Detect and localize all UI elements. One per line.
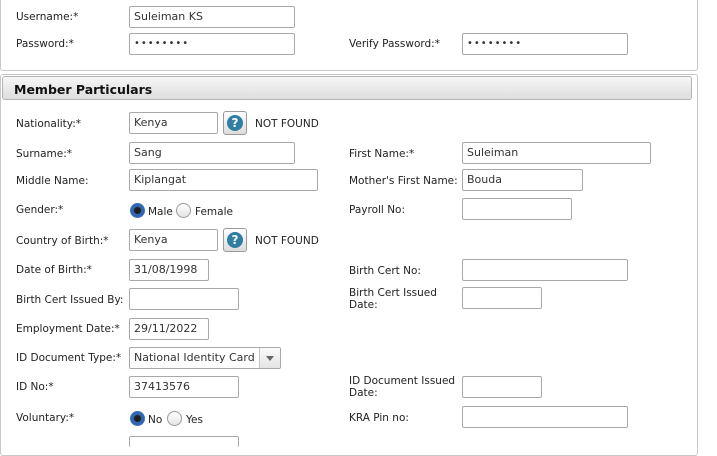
id-no-input[interactable]: 37413576 <box>129 376 239 398</box>
voluntary-no-radio[interactable] <box>130 411 145 426</box>
gender-female-label[interactable]: Female <box>195 206 233 218</box>
employment-date-label: Employment Date:* <box>16 323 120 335</box>
middle-name-input[interactable]: Kiplangat <box>129 169 318 191</box>
voluntary-yes-label[interactable]: Yes <box>186 414 203 426</box>
kra-pin-input[interactable] <box>462 406 628 428</box>
voluntary-yes-radio[interactable] <box>167 411 182 426</box>
birth-cert-issued-date-input[interactable] <box>462 287 542 309</box>
middle-name-label: Middle Name: <box>16 175 89 187</box>
mothers-first-name-input[interactable]: Bouda <box>462 169 583 191</box>
id-document-issued-date-label: ID Document Issued Date: <box>349 375 456 399</box>
birth-cert-issued-by-label: Birth Cert Issued By: <box>16 294 124 306</box>
page-gutter <box>698 0 717 447</box>
payroll-no-input[interactable] <box>462 198 572 220</box>
section-title: Member Particulars <box>14 82 153 97</box>
id-document-type-value: National Identity Card <box>134 351 255 364</box>
first-name-label: First Name:* <box>349 148 415 160</box>
section-header: Member Particulars <box>2 76 692 100</box>
birth-cert-no-input[interactable] <box>462 259 628 281</box>
first-name-input[interactable]: Suleiman <box>462 142 651 164</box>
nationality-status: NOT FOUND <box>255 118 319 130</box>
country-of-birth-help-button[interactable]: ? <box>223 228 247 252</box>
id-document-type-select[interactable]: National Identity Card <box>129 347 281 369</box>
gender-female-radio[interactable] <box>176 203 191 218</box>
voluntary-label: Voluntary:* <box>16 412 75 424</box>
country-of-birth-status: NOT FOUND <box>255 235 319 247</box>
voluntary-no-label[interactable]: No <box>148 414 162 426</box>
help-icon: ? <box>227 232 243 248</box>
birth-cert-issued-by-input[interactable] <box>129 288 239 310</box>
kra-pin-label: KRA Pin no: <box>349 412 409 424</box>
verify-password-label: Verify Password:* <box>349 38 440 50</box>
surname-label: Surname:* <box>16 148 73 160</box>
verify-password-input[interactable]: •••••••• <box>462 33 628 55</box>
payroll-no-label: Payroll No: <box>349 204 406 216</box>
password-input[interactable]: •••••••• <box>129 33 295 55</box>
birth-cert-issued-date-label: Birth Cert Issued Date: <box>349 287 437 311</box>
birth-cert-no-label: Birth Cert No: <box>349 265 421 277</box>
nationality-label: Nationality:* <box>16 118 82 130</box>
id-document-type-label: ID Document Type:* <box>16 352 122 364</box>
help-icon: ? <box>227 115 243 131</box>
surname-input[interactable]: Sang <box>129 142 295 164</box>
next-row-input[interactable] <box>129 436 239 447</box>
password-label: Password:* <box>16 38 74 50</box>
gender-label: Gender:* <box>16 204 64 216</box>
id-document-issued-date-input[interactable] <box>462 376 542 398</box>
nationality-input[interactable]: Kenya <box>129 112 218 134</box>
chevron-down-icon[interactable] <box>259 348 280 368</box>
date-of-birth-input[interactable]: 31/08/1998 <box>129 259 209 281</box>
gender-male-radio[interactable] <box>130 203 145 218</box>
employment-date-input[interactable]: 29/11/2022 <box>129 318 209 340</box>
mothers-first-name-label: Mother's First Name: <box>349 175 458 187</box>
country-of-birth-input[interactable]: Kenya <box>129 229 218 251</box>
id-no-label: ID No:* <box>16 381 54 393</box>
gender-male-label[interactable]: Male <box>148 206 173 218</box>
username-label: Username:* <box>16 11 79 23</box>
nationality-help-button[interactable]: ? <box>223 111 247 135</box>
country-of-birth-label: Country of Birth:* <box>16 235 109 247</box>
date-of-birth-label: Date of Birth:* <box>16 264 92 276</box>
username-input[interactable]: Suleiman KS <box>129 6 295 28</box>
